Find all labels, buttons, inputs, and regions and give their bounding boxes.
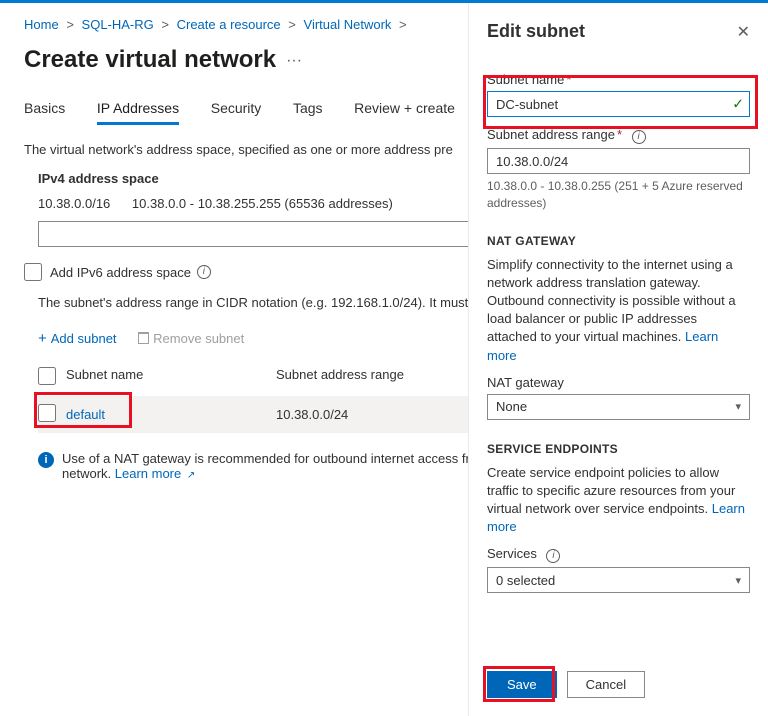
save-button[interactable]: Save <box>487 671 557 698</box>
edit-subnet-panel: Edit subnet ✕ Subnet name* ✓ Subnet addr… <box>468 3 768 716</box>
subnet-name-label: Subnet name* <box>487 72 750 87</box>
learn-more-link[interactable]: Learn more ↗ <box>115 466 196 481</box>
subnet-range-input[interactable] <box>487 148 750 174</box>
remove-subnet-button: Remove subnet <box>138 331 244 346</box>
subnet-range-caption: 10.38.0.0 - 10.38.0.255 (251 + 5 Azure r… <box>487 178 750 212</box>
nat-section-title: NAT GATEWAY <box>487 234 750 248</box>
info-icon[interactable]: i <box>632 130 646 144</box>
cancel-button[interactable]: Cancel <box>567 671 645 698</box>
more-icon[interactable]: ··· <box>286 52 302 69</box>
close-icon[interactable]: ✕ <box>737 22 750 42</box>
tab-tags[interactable]: Tags <box>293 94 323 122</box>
service-endpoints-description: Create service endpoint policies to allo… <box>487 464 750 537</box>
breadcrumb-rg[interactable]: SQL-HA-RG <box>82 17 154 32</box>
trash-icon <box>138 332 149 344</box>
check-icon: ✓ <box>732 96 744 113</box>
select-all-checkbox[interactable] <box>38 367 56 385</box>
services-label: Services i <box>487 546 750 563</box>
chevron-right-icon: > <box>66 17 74 32</box>
info-icon: i <box>38 452 54 468</box>
external-link-icon: ↗ <box>187 470 195 481</box>
chevron-right-icon: > <box>161 17 169 32</box>
tab-security[interactable]: Security <box>211 94 262 122</box>
service-endpoints-title: SERVICE ENDPOINTS <box>487 442 750 456</box>
add-subnet-button[interactable]: +Add subnet <box>38 331 120 346</box>
chevron-right-icon: > <box>399 17 407 32</box>
tab-basics[interactable]: Basics <box>24 94 65 122</box>
subnet-name-input[interactable] <box>487 91 750 117</box>
row-checkbox[interactable] <box>38 404 56 422</box>
nat-description: Simplify connectivity to the internet us… <box>487 256 750 365</box>
chevron-down-icon: ▾ <box>735 574 741 587</box>
ipv6-label: Add IPv6 address space <box>50 265 191 280</box>
subnet-range-label: Subnet address range* i <box>487 127 750 144</box>
chevron-down-icon: ▾ <box>735 400 741 413</box>
info-icon[interactable]: i <box>197 265 211 279</box>
ipv6-checkbox[interactable] <box>24 263 42 281</box>
breadcrumb-home[interactable]: Home <box>24 17 59 32</box>
ipv4-range: 10.38.0.0 - 10.38.255.255 (65536 address… <box>132 196 393 211</box>
chevron-right-icon: > <box>288 17 296 32</box>
flyout-title: Edit subnet <box>487 21 585 42</box>
subnet-link-default[interactable]: default <box>66 407 105 422</box>
services-select[interactable]: 0 selected ▾ <box>487 567 750 593</box>
plus-icon: + <box>38 330 47 347</box>
breadcrumb-vnet[interactable]: Virtual Network <box>304 17 392 32</box>
nat-gateway-select[interactable]: None ▾ <box>487 394 750 420</box>
tab-ip-addresses[interactable]: IP Addresses <box>97 94 179 125</box>
ipv4-cidr: 10.38.0.0/16 <box>38 196 110 211</box>
column-subnet-range: Subnet address range <box>276 367 404 388</box>
breadcrumb-create[interactable]: Create a resource <box>177 17 281 32</box>
info-icon[interactable]: i <box>546 549 560 563</box>
tab-review-create[interactable]: Review + create <box>354 94 455 122</box>
column-subnet-name: Subnet name <box>66 367 276 388</box>
nat-gateway-label: NAT gateway <box>487 375 750 390</box>
subnet-range-value: 10.38.0.0/24 <box>276 407 348 422</box>
